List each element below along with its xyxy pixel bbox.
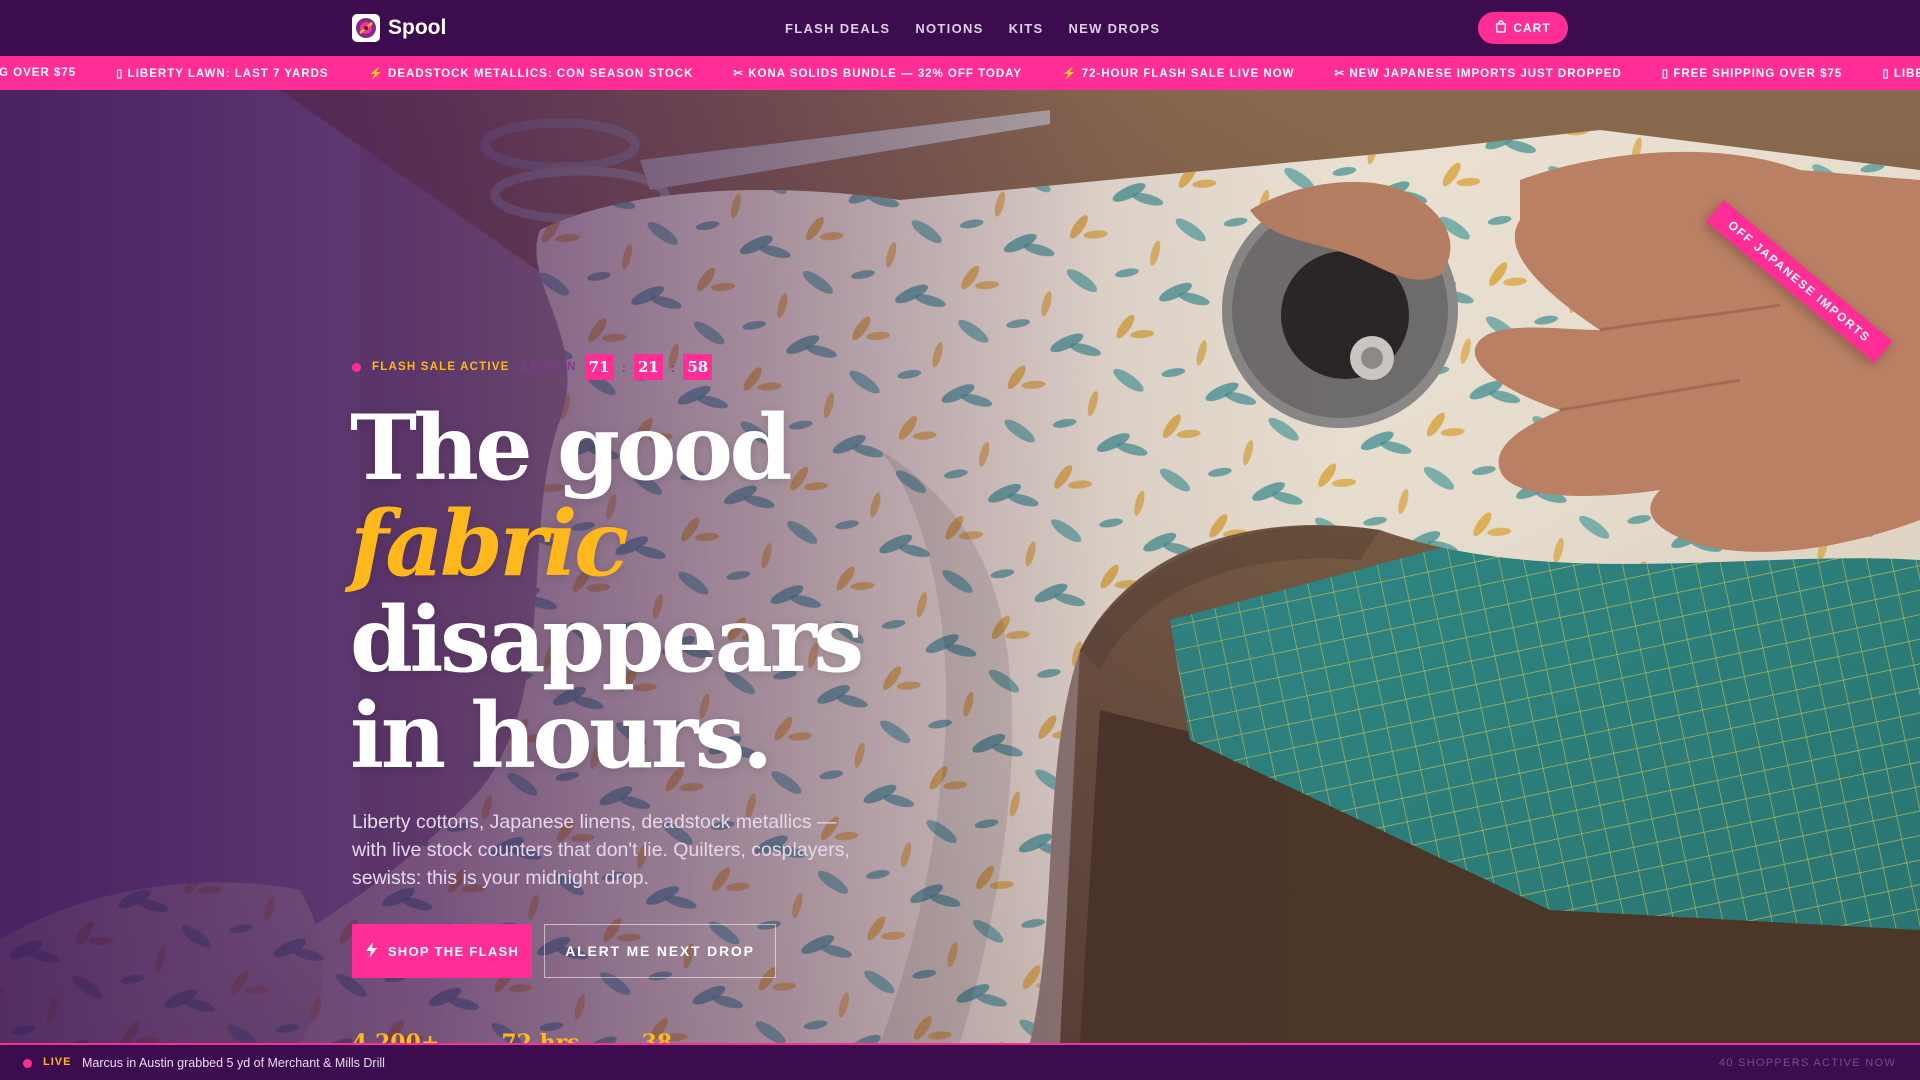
ticker-item: ▯ LIBERTY LAWN: LAST 7 YARDS: [116, 68, 329, 80]
shop-the-flash-label: SHOP THE FLASH: [387, 943, 520, 959]
nav-link-flash-deals[interactable]: FLASH DEALS: [785, 21, 890, 36]
cart-button[interactable]: CART: [1478, 12, 1568, 44]
headline-line-3: disappears: [350, 587, 864, 693]
spool-logo-icon: [352, 14, 380, 42]
brand-name: Spool: [388, 16, 447, 39]
nav-link-new-drops[interactable]: NEW DROPS: [1068, 21, 1160, 36]
shop-the-flash-button[interactable]: SHOP THE FLASH: [352, 924, 532, 978]
ticker-item: ▯ FREE SHIPPING OVER $75: [1661, 68, 1843, 80]
countdown-seconds: 58: [683, 354, 713, 380]
cart-label: CART: [1513, 21, 1551, 35]
ticker-item: ✂ NEW JAPANESE IMPORTS JUST DROPPED: [1334, 68, 1622, 80]
countdown-separator: :: [670, 359, 676, 375]
flash-sale-label: FLASH SALE ACTIVE: [372, 361, 510, 373]
ticker-item: ⚡ DEADSTOCK METALLICS: CON SEASON STOCK: [368, 68, 694, 80]
headline-line-4: in hours.: [350, 683, 773, 789]
ends-in-label: ENDS IN: [521, 361, 577, 373]
flash-sale-status: FLASH SALE ACTIVE ENDS IN 71 : 21 : 58: [352, 354, 713, 380]
lightning-bolt-icon: [365, 941, 378, 961]
countdown-separator: :: [621, 359, 626, 375]
promo-ticker: IPPING OVER $75 ▯ LIBERTY LAWN: LAST 7 Y…: [0, 56, 1920, 90]
shopping-bag-icon: [1495, 20, 1507, 36]
hero-gradient-overlay: [0, 90, 1920, 1043]
brand-link[interactable]: Spool: [352, 13, 446, 43]
hero-section: OFF JAPANESE IMPORTS: [0, 90, 1920, 1043]
ticker-item: ✂ KONA SOLIDS BUNDLE — 32% OFF TODAY: [733, 68, 1023, 80]
hero-subcopy: Liberty cottons, Japanese linens, deadst…: [352, 811, 850, 889]
hero-headline: The good fabric disappears in hours.: [350, 395, 864, 789]
ticker-item: ⚡ 72-HOUR FLASH SALE LIVE NOW: [1062, 68, 1295, 80]
headline-line-1: The good: [350, 395, 792, 501]
live-activity-message: Marcus in Austin grabbed 5 yd of Merchan…: [82, 1056, 385, 1070]
nav-link-kits[interactable]: KITS: [1009, 21, 1044, 36]
ticker-track: IPPING OVER $75 ▯ LIBERTY LAWN: LAST 7 Y…: [0, 56, 1920, 90]
live-activity-bar: LIVE Marcus in Austin grabbed 5 yd of Me…: [0, 1043, 1920, 1080]
alert-me-next-drop-button[interactable]: ALERT ME NEXT DROP: [544, 924, 776, 978]
live-indicator-dot: [352, 362, 361, 372]
ticker-item: IPPING OVER $75: [0, 67, 77, 79]
headline-accent-word: fabric: [350, 491, 629, 597]
live-label: LIVE: [43, 1056, 72, 1068]
countdown-minutes: 21: [633, 354, 663, 380]
nav-link-notions[interactable]: NOTIONS: [915, 21, 983, 36]
live-dot: [23, 1059, 32, 1068]
top-navigation: Spool FLASH DEALS NOTIONS KITS NEW DROPS…: [0, 0, 1920, 56]
countdown-hours: 71: [584, 354, 614, 380]
primary-nav: FLASH DEALS NOTIONS KITS NEW DROPS: [785, 0, 1160, 56]
active-shoppers-count: 40 SHOPPERS ACTIVE NOW: [1718, 1057, 1896, 1069]
ticker-item: ▯ LIBER: [1882, 68, 1920, 80]
